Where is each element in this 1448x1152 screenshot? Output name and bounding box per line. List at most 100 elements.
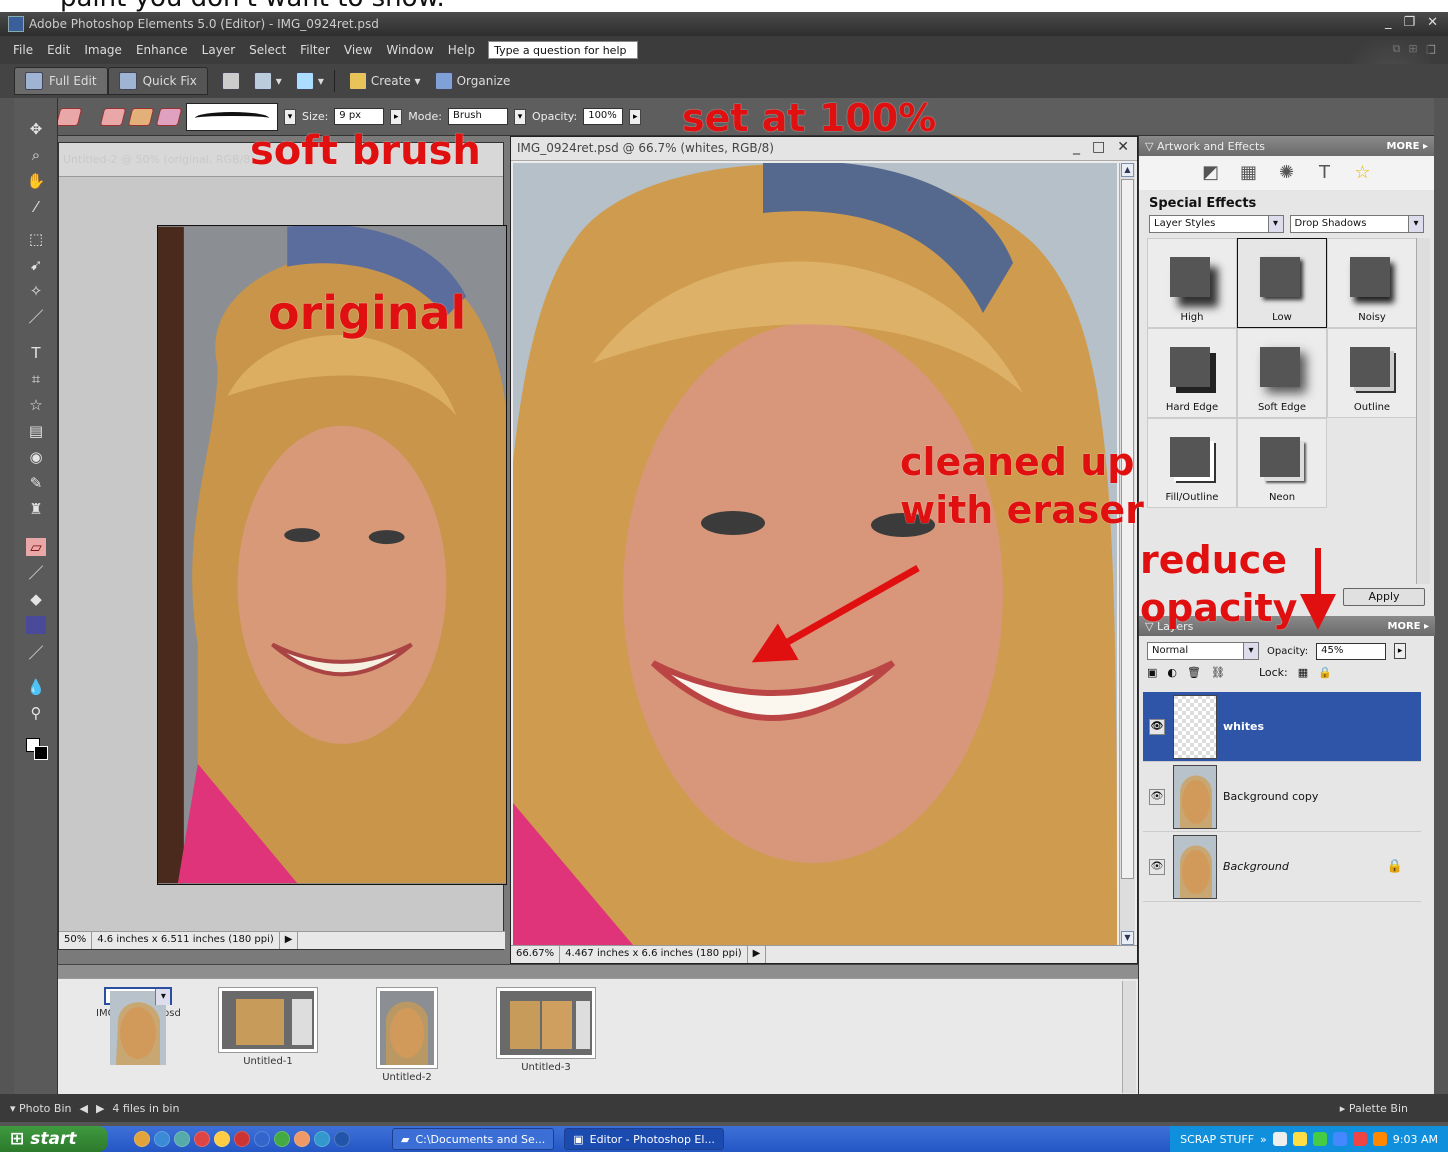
lock-all-icon[interactable]: 🔒: [1318, 666, 1332, 679]
themes-icon[interactable]: ▦: [1238, 162, 1260, 184]
size-slider-icon[interactable]: ▸: [390, 108, 403, 125]
create-button[interactable]: Create ▾: [348, 72, 421, 90]
brush-tool-icon[interactable]: ／: [26, 564, 46, 582]
menu-view[interactable]: View: [337, 43, 379, 57]
doc2-zoom[interactable]: 66.67%: [511, 946, 561, 963]
doc2-restore-icon[interactable]: □: [1092, 139, 1105, 155]
doc2-minimize-icon[interactable]: _: [1073, 139, 1080, 155]
minimize-icon[interactable]: _: [1385, 15, 1392, 30]
print-button[interactable]: [221, 72, 240, 90]
lasso-tool-icon[interactable]: ➹: [26, 256, 46, 274]
layer-opacity-input[interactable]: 45%: [1316, 642, 1387, 660]
visibility-eye-icon[interactable]: 👁: [1149, 788, 1165, 805]
quicklaunch-icon[interactable]: [314, 1131, 330, 1147]
layers-more-button[interactable]: MORE ▸: [1388, 621, 1429, 632]
color-swatches-icon[interactable]: [26, 738, 50, 762]
bin-divider[interactable]: [58, 964, 1138, 978]
quicklaunch-icon[interactable]: [274, 1131, 290, 1147]
effects-icon[interactable]: ✺: [1276, 162, 1298, 184]
palette-bin-toggle[interactable]: ▸ Palette Bin: [1340, 1102, 1408, 1115]
restore-icon[interactable]: ❐: [1403, 15, 1415, 30]
next-file-icon[interactable]: ▶: [96, 1102, 104, 1115]
tray-icon[interactable]: [1332, 1132, 1347, 1146]
share-button[interactable]: ▾: [253, 72, 282, 90]
tray-icon[interactable]: [1372, 1132, 1387, 1146]
zoom-tool-icon[interactable]: ⌕: [26, 146, 46, 164]
hand-tool-icon[interactable]: ✋: [26, 172, 46, 190]
scroll-up-icon[interactable]: ▲: [1121, 163, 1134, 177]
lock-transparency-icon[interactable]: ▦: [1298, 666, 1308, 679]
link-icon[interactable]: ⛓: [1211, 666, 1225, 679]
style-hard-edge[interactable]: Hard Edge: [1147, 328, 1237, 418]
help-search-input[interactable]: Type a question for help: [488, 41, 639, 59]
effects-more-button[interactable]: MORE ▸: [1387, 141, 1428, 152]
doc2-vertical-scrollbar[interactable]: ▲ ▼: [1119, 163, 1135, 945]
artwork-icon[interactable]: ◩: [1200, 162, 1222, 184]
cookie-cutter-tool-icon[interactable]: ☆: [26, 396, 46, 414]
scroll-down-icon[interactable]: ▼: [1121, 931, 1134, 945]
red-eye-tool-icon[interactable]: ◉: [26, 448, 46, 466]
trash-icon[interactable]: 🗑: [1187, 666, 1201, 679]
layer-whites[interactable]: 👁 whites: [1143, 692, 1421, 762]
apply-button[interactable]: Apply: [1343, 588, 1425, 606]
size-input[interactable]: 9 px: [334, 108, 385, 125]
prev-file-icon[interactable]: ◀: [79, 1102, 87, 1115]
type-tool-icon[interactable]: T: [26, 344, 46, 362]
style-neon[interactable]: Neon: [1237, 418, 1327, 508]
doc2-close-icon[interactable]: ✕: [1117, 139, 1129, 155]
background-eraser-icon[interactable]: [127, 107, 155, 126]
opacity-slider-icon[interactable]: ▸: [629, 108, 642, 125]
opacity-input[interactable]: 100%: [583, 108, 624, 125]
bin-thumb-1[interactable]: IMG_0924ret.psd: [96, 987, 181, 1065]
eraser-tool-icon[interactable]: [55, 107, 83, 126]
magic-eraser-icon[interactable]: [155, 107, 183, 126]
bin-thumb-2[interactable]: Untitled-1: [218, 987, 318, 1067]
magic-wand-tool-icon[interactable]: ✧: [26, 282, 46, 300]
selection-brush-tool-icon[interactable]: ／: [26, 308, 46, 326]
eyedropper-tool-icon[interactable]: ⁄: [26, 198, 46, 216]
menu-file[interactable]: File: [6, 43, 40, 57]
mode-select[interactable]: Brush: [447, 108, 508, 125]
effects-scrollbar[interactable]: [1416, 238, 1430, 584]
organize-button[interactable]: Organize: [434, 72, 510, 90]
effects-category-select[interactable]: Layer Styles: [1149, 215, 1284, 233]
paint-bucket-tool-icon[interactable]: ◆: [26, 590, 46, 608]
style-low[interactable]: Low: [1237, 238, 1327, 328]
crop-tool-icon[interactable]: ⌗: [26, 370, 46, 388]
quicklaunch-icon[interactable]: [334, 1131, 350, 1147]
tray-icon[interactable]: [1272, 1132, 1287, 1146]
tray-icon[interactable]: [1352, 1132, 1367, 1146]
doc2-status-arrow-icon[interactable]: ▶: [748, 946, 767, 963]
favorites-star-icon[interactable]: ☆: [1352, 162, 1374, 184]
style-fill-outline[interactable]: Fill/Outline: [1147, 418, 1237, 508]
healing-brush-tool-icon[interactable]: ✎: [26, 474, 46, 492]
photo-bin-toggle[interactable]: ▾ Photo Bin: [10, 1102, 71, 1115]
tray-toolbar-label[interactable]: SCRAP STUFF: [1180, 1133, 1254, 1146]
bin-thumb-4[interactable]: Untitled-3: [496, 987, 596, 1073]
menu-enhance[interactable]: Enhance: [129, 43, 195, 57]
layer-background[interactable]: 👁 Background 🔒: [1143, 832, 1421, 902]
mode-dropdown-icon[interactable]: ▾: [513, 108, 526, 125]
start-button[interactable]: ⊞ start: [0, 1126, 108, 1152]
style-outline[interactable]: Outline: [1327, 328, 1417, 418]
new-layer-icon[interactable]: ▣: [1147, 666, 1157, 679]
artwork-effects-header[interactable]: ▽ Artwork and Effects MORE ▸: [1139, 136, 1434, 156]
visibility-eye-icon[interactable]: 👁: [1149, 718, 1165, 735]
layer-opacity-slider-icon[interactable]: ▸: [1394, 643, 1407, 659]
tray-icon[interactable]: [1292, 1132, 1307, 1146]
menu-filter[interactable]: Filter: [293, 43, 337, 57]
marquee-tool-icon[interactable]: ⬚: [26, 230, 46, 248]
document-window-retouched[interactable]: IMG_0924ret.psd @ 66.7% (whites, RGB/8) …: [510, 136, 1138, 964]
doc1-zoom[interactable]: 50%: [59, 932, 93, 949]
quicklaunch-icon[interactable]: [254, 1131, 270, 1147]
shape-tool-icon[interactable]: ／: [26, 644, 46, 662]
quicklaunch-icon[interactable]: [234, 1131, 250, 1147]
menu-window[interactable]: Window: [379, 43, 440, 57]
text-icon[interactable]: T: [1314, 162, 1336, 184]
style-noisy[interactable]: Noisy: [1327, 238, 1417, 328]
task-photoshop[interactable]: ▣ Editor - Photoshop El...: [564, 1128, 724, 1150]
move-tool-icon[interactable]: ✥: [26, 120, 46, 138]
menu-help[interactable]: Help: [441, 43, 482, 57]
bin-scrollbar[interactable]: [1122, 981, 1136, 1093]
full-edit-button[interactable]: Full Edit: [14, 67, 108, 95]
